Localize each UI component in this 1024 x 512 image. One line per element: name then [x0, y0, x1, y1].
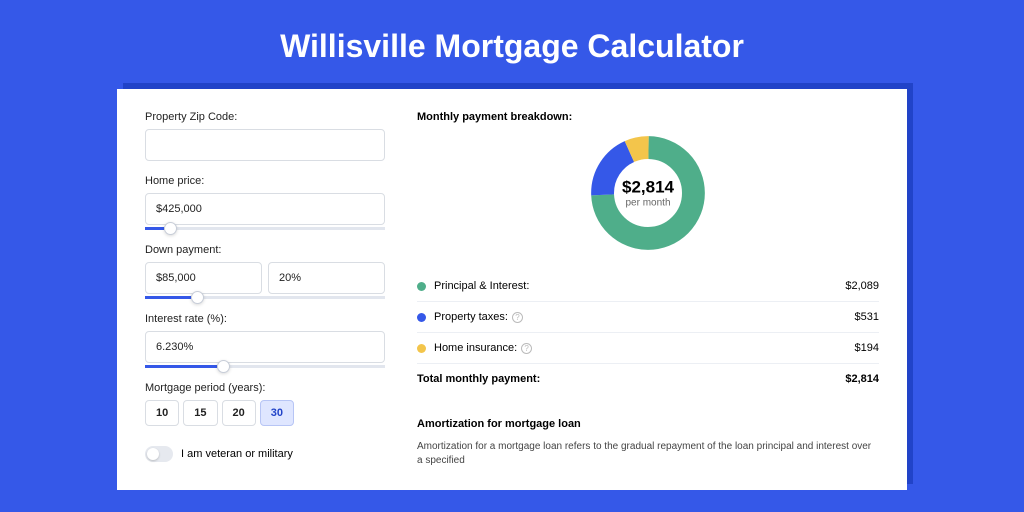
line-label: Property taxes:	[434, 311, 508, 323]
zip-label: Property Zip Code:	[145, 111, 385, 123]
donut-total: $2,814	[622, 178, 674, 198]
breakdown-title: Monthly payment breakdown:	[417, 111, 879, 123]
help-icon[interactable]: ?	[521, 343, 532, 354]
line-item-insurance: Home insurance: ? $194	[417, 333, 879, 364]
dot-icon	[417, 313, 426, 322]
dot-icon	[417, 344, 426, 353]
down-payment-pct-input[interactable]	[268, 262, 385, 294]
veteran-label: I am veteran or military	[181, 448, 293, 460]
line-item-total: Total monthly payment: $2,814	[417, 364, 879, 394]
total-value: $2,814	[845, 373, 879, 385]
rate-input[interactable]	[145, 331, 385, 363]
down-payment-slider[interactable]	[145, 296, 385, 299]
total-label: Total monthly payment:	[417, 373, 540, 385]
down-payment-input[interactable]	[145, 262, 262, 294]
slider-thumb[interactable]	[217, 360, 230, 373]
donut-sub: per month	[622, 198, 674, 209]
dot-icon	[417, 282, 426, 291]
period-option-15[interactable]: 15	[183, 400, 217, 426]
home-price-input[interactable]	[145, 193, 385, 225]
home-price-slider[interactable]	[145, 227, 385, 230]
calculator-card: Property Zip Code: Home price: Down paym…	[117, 89, 907, 490]
help-icon[interactable]: ?	[512, 312, 523, 323]
line-label: Principal & Interest:	[434, 280, 529, 292]
home-price-label: Home price:	[145, 175, 385, 187]
line-value: $531	[855, 311, 879, 323]
donut-chart: $2,814 per month	[417, 133, 879, 253]
rate-label: Interest rate (%):	[145, 313, 385, 325]
period-option-10[interactable]: 10	[145, 400, 179, 426]
slider-thumb[interactable]	[191, 291, 204, 304]
period-options: 10 15 20 30	[145, 400, 385, 426]
breakdown-panel: Monthly payment breakdown: $2,814 per mo…	[417, 111, 879, 468]
period-option-30[interactable]: 30	[260, 400, 294, 426]
down-payment-label: Down payment:	[145, 244, 385, 256]
line-item-taxes: Property taxes: ? $531	[417, 302, 879, 333]
amortization-text: Amortization for a mortgage loan refers …	[417, 440, 879, 468]
line-label: Home insurance:	[434, 342, 517, 354]
line-value: $194	[855, 342, 879, 354]
line-value: $2,089	[845, 280, 879, 292]
slider-thumb[interactable]	[164, 222, 177, 235]
veteran-toggle[interactable]	[145, 446, 173, 462]
page-title: Willisville Mortgage Calculator	[0, 0, 1024, 89]
form-panel: Property Zip Code: Home price: Down paym…	[145, 111, 385, 468]
period-label: Mortgage period (years):	[145, 382, 385, 394]
amortization-title: Amortization for mortgage loan	[417, 418, 879, 430]
rate-slider[interactable]	[145, 365, 385, 368]
line-item-principal: Principal & Interest: $2,089	[417, 271, 879, 302]
period-option-20[interactable]: 20	[222, 400, 256, 426]
zip-input[interactable]	[145, 129, 385, 161]
